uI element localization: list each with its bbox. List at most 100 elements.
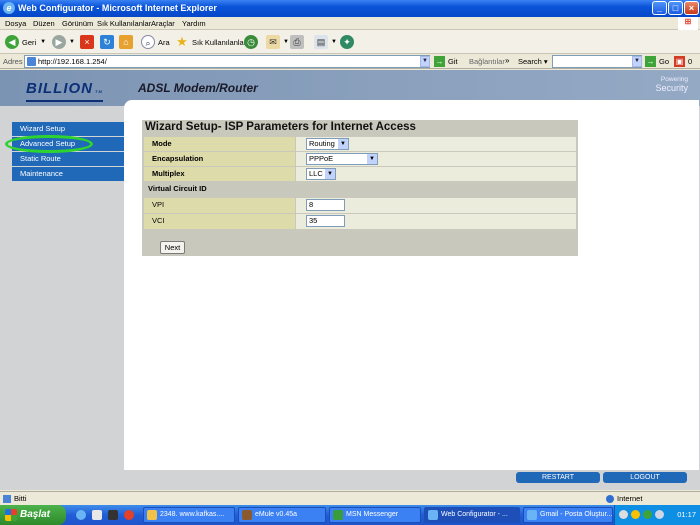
stop-button[interactable]: ×	[80, 34, 97, 50]
start-button[interactable]: Başlat	[0, 505, 66, 525]
menu-bar: Dosya Düzen Görünüm Sık Kullanılanlar Ar…	[0, 17, 700, 30]
page-status-icon	[3, 495, 11, 503]
forward-button[interactable]: ▶ ▼	[52, 34, 75, 50]
edit-icon: ▤	[314, 35, 328, 49]
refresh-icon: ↻	[100, 35, 114, 49]
chevron-right-icon[interactable]: »	[505, 56, 509, 65]
print-button[interactable]: ⎙	[290, 34, 307, 50]
go2-button[interactable]: → Go	[645, 55, 669, 68]
toolbar: ◀ Geri ▼ ▶ ▼ × ↻ ⌂ ⌕ Ara ★ Sık Kullanıla…	[0, 30, 700, 54]
search-icon: ⌕	[141, 35, 155, 49]
vci-input[interactable]: 35	[306, 215, 345, 227]
go-button[interactable]: → Git	[434, 55, 458, 68]
app-title: ADSL Modem/Router	[138, 81, 258, 95]
refresh-button[interactable]: ↻	[100, 34, 117, 50]
chevron-down-icon: ▼	[367, 154, 377, 164]
vci-row: VCI 35	[144, 214, 576, 229]
highlight-circle	[5, 135, 93, 153]
tray-volume-icon[interactable]	[655, 510, 664, 519]
home-icon: ⌂	[119, 35, 133, 49]
menu-file[interactable]: Dosya	[5, 19, 26, 28]
web-page: BILLION TM ADSL Modem/Router Powering Secu…	[0, 70, 700, 490]
clock: 01:17	[677, 510, 696, 519]
address-input[interactable]: http://192.168.1.254/	[24, 55, 430, 68]
menu-help[interactable]: Yardım	[182, 19, 206, 28]
menu-favorites[interactable]: Sık Kullanılanlar	[97, 19, 151, 28]
next-button[interactable]: Next	[160, 241, 185, 254]
mail-button[interactable]: ✉ ▼	[266, 34, 289, 50]
task-msn[interactable]: MSN Messenger	[329, 507, 421, 523]
menu-view[interactable]: Görünüm	[62, 19, 93, 28]
folder-icon	[147, 510, 157, 520]
stop-icon: ×	[80, 35, 94, 49]
status-text: Bitti	[14, 494, 27, 503]
quicklaunch-ie-icon[interactable]	[76, 510, 86, 520]
mail-icon: ✉	[266, 35, 280, 49]
vpi-label: VPI	[144, 198, 295, 213]
back-button[interactable]: ◀ Geri ▼	[5, 34, 46, 50]
forward-arrow-icon: ▶	[52, 35, 66, 49]
task-emule[interactable]: eMule v0.45a	[238, 507, 326, 523]
task-web-configurator[interactable]: Web Configurator - ...	[424, 507, 520, 523]
multiplex-select[interactable]: LLC ▼	[306, 168, 336, 180]
isp-parameters-form: Wizard Setup- ISP Parameters for Interne…	[142, 120, 578, 256]
go-arrow-icon: →	[434, 56, 445, 67]
vpi-row: VPI 8	[144, 198, 576, 213]
menu-edit[interactable]: Düzen	[33, 19, 55, 28]
ie-icon	[527, 510, 537, 520]
go2-arrow-icon: →	[645, 56, 656, 67]
close-button[interactable]: ×	[684, 1, 699, 15]
logout-button[interactable]: LOGOUT	[603, 472, 687, 483]
nav-wizard-setup[interactable]: Wizard Setup	[12, 122, 124, 136]
search-dropdown[interactable]: ▼	[632, 56, 642, 67]
favorites-button[interactable]: ★ Sık Kullanılanlar	[175, 34, 246, 50]
encapsulation-row: Encapsulation PPPoE ▼	[144, 152, 576, 166]
toolbar-search-input[interactable]	[552, 55, 642, 68]
encapsulation-label: Encapsulation	[144, 152, 295, 166]
mode-select[interactable]: Routing ▼	[306, 138, 349, 150]
address-dropdown[interactable]: ▼	[420, 56, 430, 67]
history-icon: ◷	[244, 35, 258, 49]
messenger-icon: ✦	[340, 35, 354, 49]
tray-network-icon[interactable]	[619, 510, 628, 519]
menu-tools[interactable]: Araçlar	[151, 19, 175, 28]
encapsulation-select[interactable]: PPPoE ▼	[306, 153, 378, 165]
minimize-button[interactable]: _	[652, 1, 667, 15]
form-title: Wizard Setup- ISP Parameters for Interne…	[145, 121, 416, 133]
tray-messenger-icon[interactable]	[631, 510, 640, 519]
task-kafkas[interactable]: 2348. www.kafkas....	[143, 507, 235, 523]
counter-button[interactable]: ▣ 0	[674, 55, 692, 68]
system-tray: 01:17	[614, 505, 700, 525]
search-label[interactable]: Search ▾	[518, 57, 548, 66]
restart-button[interactable]: RESTART	[516, 472, 600, 483]
home-button[interactable]: ⌂	[119, 34, 136, 50]
nav-maintenance[interactable]: Maintenance	[12, 167, 124, 181]
windows-flag-icon	[5, 509, 17, 521]
search-button[interactable]: ⌕ Ara	[141, 34, 170, 50]
quicklaunch-desktop-icon[interactable]	[92, 510, 102, 520]
msn-icon	[333, 510, 343, 520]
messenger-button[interactable]: ✦	[340, 34, 357, 50]
mode-row: Mode Routing ▼	[144, 137, 576, 151]
taskbar: Başlat 2348. www.kafkas.... eMule v0.45a…	[0, 505, 700, 525]
status-bar: Bitti Internet	[0, 491, 700, 505]
quicklaunch-app-icon[interactable]	[124, 510, 134, 520]
tray-app-icon[interactable]	[643, 510, 652, 519]
window-title: Web Configurator - Microsoft Internet Ex…	[18, 3, 217, 13]
edit-button[interactable]: ▤ ▼	[314, 34, 337, 50]
popup-icon: ▣	[674, 56, 685, 67]
history-button[interactable]: ◷	[244, 34, 261, 50]
chevron-down-icon: ▼	[338, 139, 348, 149]
address-bar: Adres http://192.168.1.254/ ▼ → Git Bağla…	[0, 54, 700, 69]
quicklaunch-media-icon[interactable]	[108, 510, 118, 520]
emule-icon	[242, 510, 252, 520]
chevron-down-icon: ▼	[325, 169, 335, 179]
maximize-button[interactable]: □	[668, 1, 683, 15]
vpi-input[interactable]: 8	[306, 199, 345, 211]
multiplex-row: Multiplex LLC ▼	[144, 167, 576, 181]
zone-text: Internet	[617, 494, 643, 503]
links-label[interactable]: Bağlantılar	[469, 57, 505, 66]
mode-label: Mode	[144, 137, 295, 151]
nav-static-route[interactable]: Static Route	[12, 152, 124, 166]
task-gmail[interactable]: Gmail - Posta Oluştur...	[523, 507, 613, 523]
